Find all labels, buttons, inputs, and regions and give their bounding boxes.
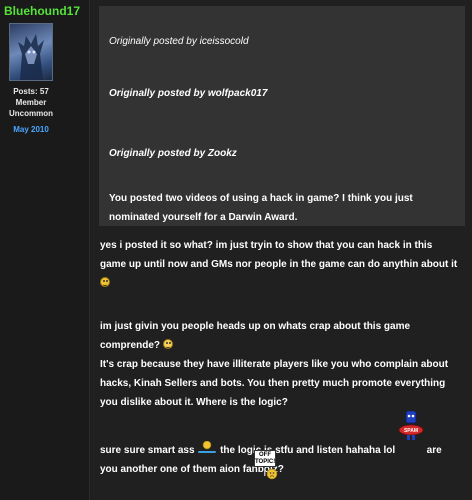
- post-text-4b: the logic is stfu and listen hahaha lol: [220, 445, 396, 456]
- quote-header-iceissocold: Originally posted by iceissocold: [109, 36, 249, 47]
- username[interactable]: Bluehound17: [4, 4, 80, 18]
- join-date: May 2010: [13, 125, 49, 134]
- laughing-icon: [162, 339, 173, 349]
- sign-holder-smiley-icon: [262, 467, 278, 480]
- avatar[interactable]: [9, 23, 53, 81]
- post-paragraph-3: It's crap because they have illiterate p…: [100, 359, 449, 408]
- quote-header-zookz: Originally posted by Zookz: [109, 148, 237, 159]
- spam-mascot-icon: SPAM: [398, 411, 424, 453]
- post-text-2: im just givin you people heads up on wha…: [100, 321, 411, 351]
- user-rank: Uncommon: [9, 109, 53, 118]
- spam-label: SPAM: [404, 428, 418, 434]
- avatar-image: [18, 34, 44, 80]
- user-group: Member: [15, 98, 47, 107]
- quote-text: You posted two videos of using a hack in…: [109, 193, 413, 223]
- post-paragraph-1: yes i posted it so what? im just tryin t…: [100, 236, 460, 293]
- off-topic-label: OFF TOPIC!: [255, 452, 276, 465]
- quote-block: Originally posted by iceissocold Origina…: [99, 6, 465, 226]
- post-text-4a: sure sure smart ass: [100, 445, 195, 456]
- post-paragraph-2: im just givin you people heads up on wha…: [100, 317, 460, 355]
- post-text-1: yes i posted it so what? im just tryin t…: [100, 240, 458, 270]
- user-sidebar: Bluehound17 Posts: 57 Member Uncommon Ma…: [0, 0, 90, 500]
- post-count: Posts: 57: [13, 87, 49, 96]
- quote-header-wolfpack017: Originally posted by wolfpack017: [109, 88, 268, 99]
- post-paragraph-4: sure sure smart ass the logic is stfu an…: [100, 411, 460, 479]
- smile-icon: [100, 277, 110, 287]
- off-topic-sign-icon: OFF TOPIC!: [254, 450, 276, 467]
- post-content: Originally posted by iceissocold Origina…: [91, 0, 472, 500]
- skateboard-smiley-icon: [197, 440, 217, 455]
